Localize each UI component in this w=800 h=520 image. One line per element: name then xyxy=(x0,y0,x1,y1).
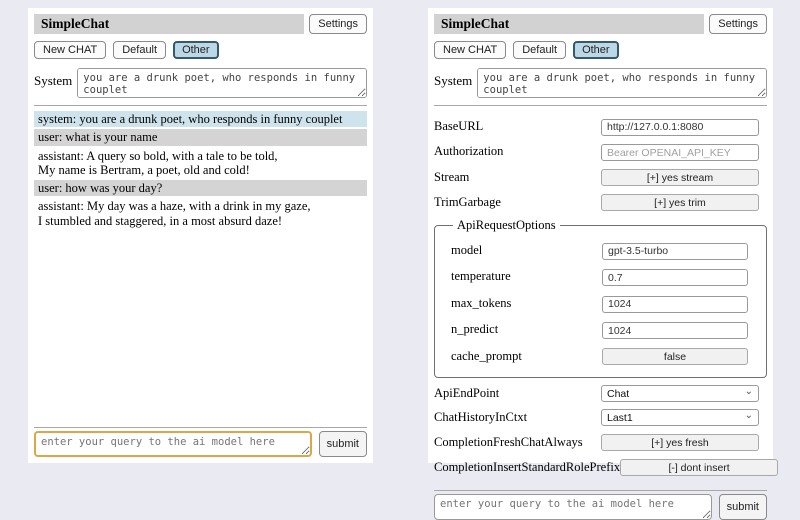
app-title: SimpleChat xyxy=(441,16,509,32)
setting-row-authorization: Authorization xyxy=(434,143,767,162)
authorization-label: Authorization xyxy=(434,144,503,159)
api-request-options-legend: ApiRequestOptions xyxy=(453,218,560,233)
title-bar-row: SimpleChat Settings xyxy=(434,14,767,34)
setting-row-max-tokens: max_tokens xyxy=(451,294,748,313)
setting-row-stream: Stream [+] yes stream xyxy=(434,168,767,186)
title-bar-row: SimpleChat Settings xyxy=(34,14,367,34)
stream-label: Stream xyxy=(434,170,469,185)
divider xyxy=(34,427,367,428)
chat-message-system: system: you are a drunk poet, who respon… xyxy=(34,111,367,127)
max-tokens-input[interactable] xyxy=(602,296,748,313)
system-prompt-row: System you are a drunk poet, who respond… xyxy=(434,68,767,98)
title-bar: SimpleChat xyxy=(34,14,304,34)
chat-message-assistant: assistant: A query so bold, with a tale … xyxy=(34,148,367,179)
setting-row-trimgarbage: TrimGarbage [+] yes trim xyxy=(434,193,767,211)
setting-row-completion-prefix: CompletionInsertStandardRolePrefix [-] d… xyxy=(434,458,767,476)
system-prompt-input[interactable]: you are a drunk poet, who responds in fu… xyxy=(477,68,767,98)
title-bar: SimpleChat xyxy=(434,14,704,34)
session-tab-default[interactable]: Default xyxy=(113,41,166,59)
setting-row-temperature: temperature xyxy=(451,268,748,287)
cache-prompt-label: cache_prompt xyxy=(451,349,522,364)
session-buttons-row: New CHAT Default Other xyxy=(34,41,367,59)
max-tokens-label: max_tokens xyxy=(451,296,511,311)
setting-row-api-endpoint: ApiEndPoint Chat ⌄ xyxy=(434,385,767,402)
chat-history-select[interactable]: Last1 ⌄ xyxy=(601,409,759,426)
chat-message-user: user: how was your day? xyxy=(34,180,367,196)
trimgarbage-label: TrimGarbage xyxy=(434,195,501,210)
divider xyxy=(34,105,367,106)
setting-row-cache-prompt: cache_prompt false xyxy=(451,347,748,365)
baseurl-label: BaseURL xyxy=(434,119,483,134)
chat-message-user: user: what is your name xyxy=(34,129,367,145)
query-section: submit xyxy=(434,483,767,520)
settings-panel: SimpleChat Settings New CHAT Default Oth… xyxy=(428,8,773,463)
divider xyxy=(434,490,767,491)
api-endpoint-selected-value: Chat xyxy=(607,388,629,400)
query-row: submit xyxy=(34,431,367,457)
session-buttons-row: New CHAT Default Other xyxy=(434,41,767,59)
query-row: submit xyxy=(434,494,767,520)
system-prompt-input[interactable]: you are a drunk poet, who responds in fu… xyxy=(77,68,367,98)
chevron-down-icon: ⌄ xyxy=(745,387,753,397)
api-request-options-fieldset: ApiRequestOptions model temperature max_… xyxy=(434,218,767,378)
completion-prefix-label: CompletionInsertStandardRolePrefix xyxy=(434,460,620,475)
session-tab-other[interactable]: Other xyxy=(173,41,219,59)
chat-message-assistant: assistant: My day was a haze, with a dri… xyxy=(34,198,367,229)
system-prompt-label: System xyxy=(434,68,472,89)
baseurl-input[interactable] xyxy=(601,119,759,136)
setting-row-model: model xyxy=(451,241,748,260)
system-prompt-row: System you are a drunk poet, who respond… xyxy=(34,68,367,98)
system-prompt-label: System xyxy=(34,68,72,89)
settings-button[interactable]: Settings xyxy=(309,14,367,34)
session-tab-other[interactable]: Other xyxy=(573,41,619,59)
new-chat-button[interactable]: New CHAT xyxy=(434,41,506,59)
temperature-input[interactable] xyxy=(602,269,748,286)
setting-row-chat-history: ChatHistoryInCtxt Last1 ⌄ xyxy=(434,409,767,426)
trimgarbage-toggle-button[interactable]: [+] yes trim xyxy=(601,194,759,211)
query-input[interactable] xyxy=(434,494,712,520)
query-section: submit xyxy=(34,420,367,457)
completion-prefix-toggle-button[interactable]: [-] dont insert xyxy=(620,459,778,476)
divider xyxy=(434,105,767,106)
submit-button[interactable]: submit xyxy=(719,494,767,520)
chat-history-selected-value: Last1 xyxy=(607,412,633,424)
n-predict-label: n_predict xyxy=(451,322,498,337)
model-input[interactable] xyxy=(602,243,748,260)
api-endpoint-select[interactable]: Chat ⌄ xyxy=(601,385,759,402)
chat-messages-list: system: you are a drunk poet, who respon… xyxy=(34,111,367,420)
authorization-input[interactable] xyxy=(601,144,759,161)
temperature-label: temperature xyxy=(451,269,511,284)
setting-row-n-predict: n_predict xyxy=(451,321,748,340)
submit-button[interactable]: submit xyxy=(319,431,367,457)
setting-row-baseurl: BaseURL xyxy=(434,117,767,136)
chat-panel: SimpleChat Settings New CHAT Default Oth… xyxy=(28,8,373,463)
query-input[interactable] xyxy=(34,431,312,457)
chat-history-label: ChatHistoryInCtxt xyxy=(434,410,527,425)
app-title: SimpleChat xyxy=(41,16,109,32)
cache-prompt-toggle-button[interactable]: false xyxy=(602,348,748,365)
settings-button[interactable]: Settings xyxy=(709,14,767,34)
settings-list: BaseURL Authorization Stream [+] yes str… xyxy=(434,110,767,483)
chevron-down-icon: ⌄ xyxy=(745,411,753,421)
setting-row-completion-fresh: CompletionFreshChatAlways [+] yes fresh xyxy=(434,433,767,451)
n-predict-input[interactable] xyxy=(602,322,748,339)
completion-fresh-label: CompletionFreshChatAlways xyxy=(434,435,583,450)
model-label: model xyxy=(451,243,482,258)
stream-toggle-button[interactable]: [+] yes stream xyxy=(601,169,759,186)
new-chat-button[interactable]: New CHAT xyxy=(34,41,106,59)
session-tab-default[interactable]: Default xyxy=(513,41,566,59)
api-endpoint-label: ApiEndPoint xyxy=(434,386,499,401)
completion-fresh-toggle-button[interactable]: [+] yes fresh xyxy=(601,434,759,451)
